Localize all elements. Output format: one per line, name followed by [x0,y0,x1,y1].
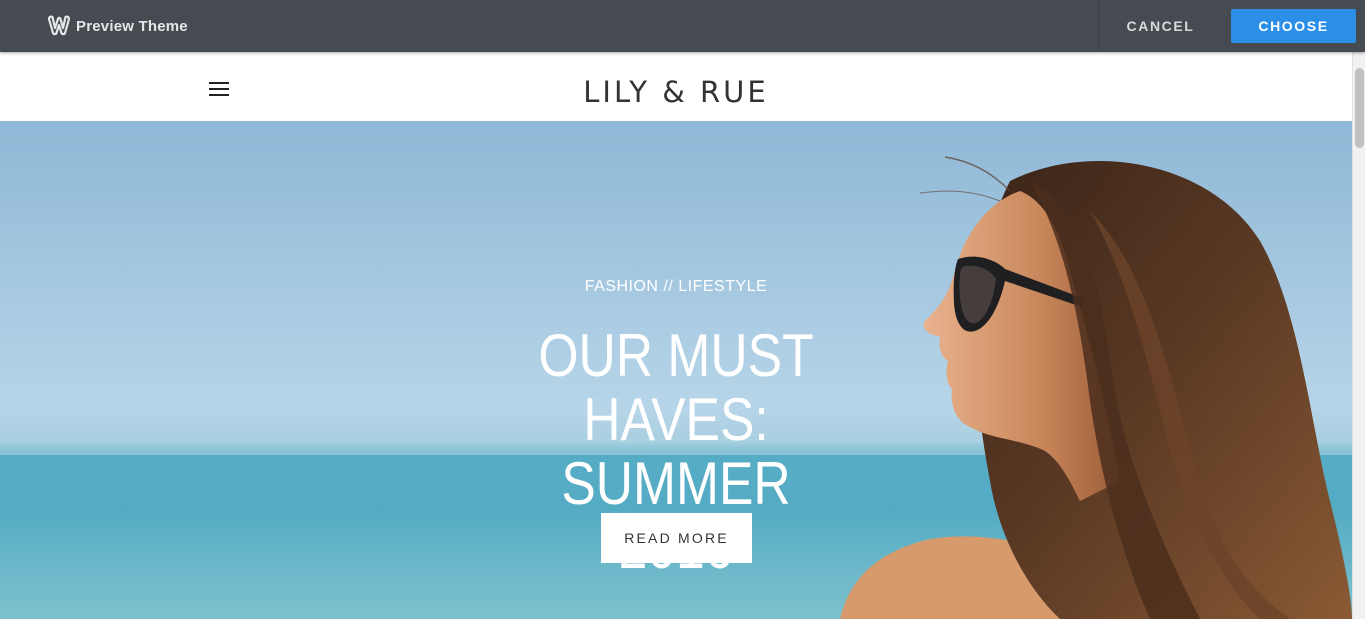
site-title[interactable]: LILY & RUE [0,74,1352,110]
hero-banner: FASHION // LIFESTYLE OUR MUST HAVES: SUM… [0,121,1352,619]
read-more-button[interactable]: READ MORE [601,513,752,563]
site-header: LILY & RUE [0,52,1352,121]
post-title-line-1: OUR MUST HAVES: [538,322,814,453]
preview-theme-label: Preview Theme [76,17,188,35]
preview-brand: Preview Theme [46,14,188,38]
preview-toolbar: Preview Theme CANCEL CHOOSE [0,0,1365,52]
toolbar-divider [1098,0,1099,52]
scrollbar-thumb[interactable] [1355,68,1364,148]
weebly-logo-icon [47,15,71,36]
cancel-button[interactable]: CANCEL [1100,9,1221,43]
choose-button[interactable]: CHOOSE [1231,9,1356,43]
post-category: FASHION // LIFESTYLE [584,278,768,295]
page-scrollbar[interactable] [1352,52,1365,619]
